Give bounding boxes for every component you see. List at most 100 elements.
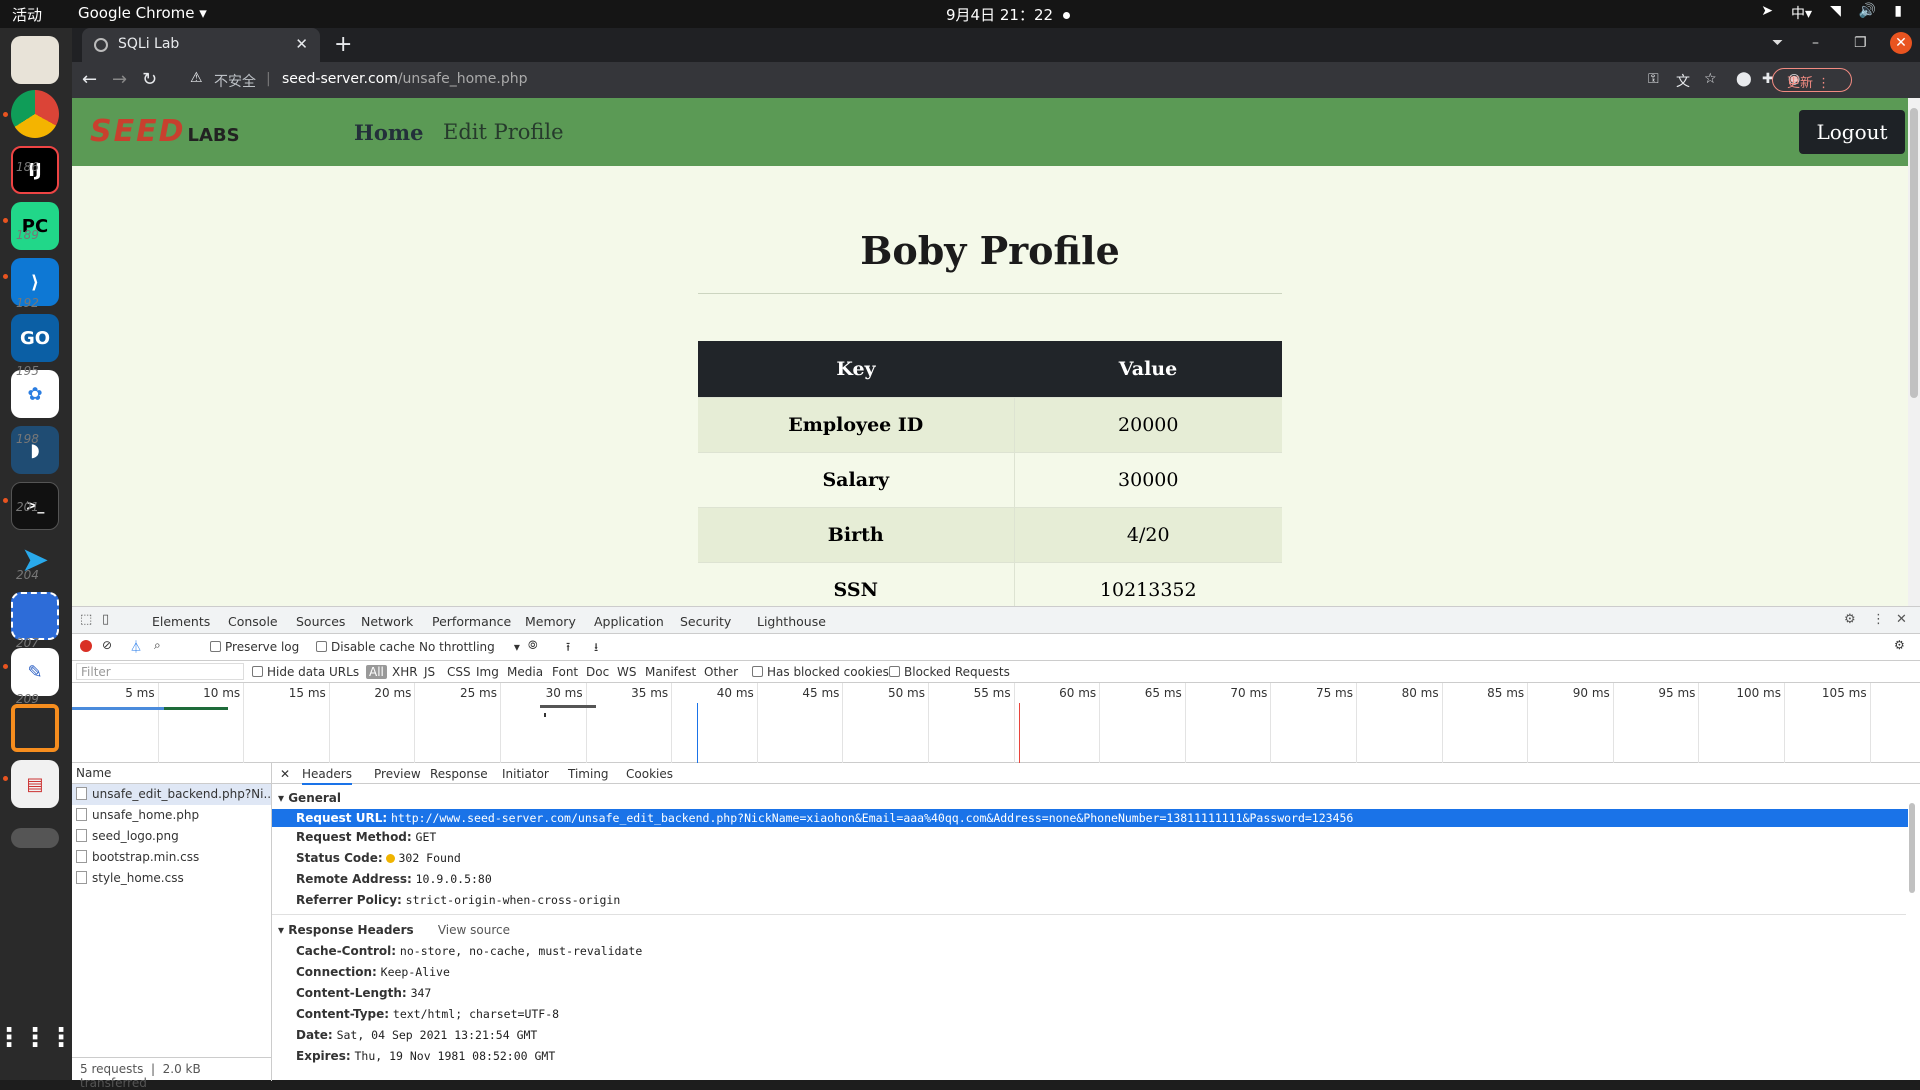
filter-type-media[interactable]: Media [507, 665, 543, 679]
filter-type-doc[interactable]: Doc [586, 665, 609, 679]
tab-security[interactable]: Security [680, 614, 731, 629]
extension-circle-icon[interactable]: ⬤ [1736, 71, 1752, 87]
blocked-requests-checkbox[interactable]: Blocked Requests [889, 665, 1010, 679]
files-icon[interactable] [11, 36, 59, 84]
filter-icon[interactable]: ⏃ [130, 638, 142, 655]
system-tray[interactable]: ➤ 中▾ ◥ 🔊 ▮ [1761, 3, 1902, 23]
screenshot-icon[interactable] [11, 592, 59, 640]
tab-application[interactable]: Application [594, 614, 664, 629]
minimize-button[interactable]: – [1812, 35, 1819, 51]
filter-type-js[interactable]: JS [424, 665, 435, 679]
filter-type-img[interactable]: Img [476, 665, 499, 679]
clock[interactable]: 9月4日 21：22 [946, 4, 1071, 25]
import-har-icon[interactable]: ⭱ [566, 638, 570, 659]
request-row[interactable]: unsafe_edit_backend.php?Ni... [72, 784, 271, 805]
warning-icon[interactable]: ⚠ [190, 70, 203, 86]
close-window-button[interactable]: ✕ [1890, 32, 1912, 54]
text-editor-icon[interactable]: ✎ [11, 648, 59, 696]
app-menu[interactable]: Google Chrome ▾ [78, 4, 207, 22]
request-row[interactable]: style_home.css [72, 868, 271, 889]
new-tab-button[interactable]: + [334, 32, 352, 57]
network-settings-icon[interactable]: ⚙ [1894, 638, 1905, 652]
request-row[interactable]: unsafe_home.php [72, 805, 271, 826]
tab-headers[interactable]: Headers [302, 767, 352, 785]
tab-performance[interactable]: Performance [432, 614, 511, 629]
filter-type-css[interactable]: CSS [447, 665, 471, 679]
back-icon[interactable]: ← [82, 69, 97, 90]
document-viewer-icon[interactable]: ▤ [11, 760, 59, 808]
filter-type-other[interactable]: Other [704, 665, 738, 679]
drive-icon[interactable] [11, 828, 59, 848]
url-text[interactable]: seed-server.com/unsafe_home.php [282, 71, 528, 87]
restore-button[interactable]: ❐ [1854, 35, 1867, 51]
page-scrollbar[interactable] [1908, 98, 1920, 606]
name-column-header[interactable]: Name [72, 763, 271, 784]
tab-search-icon[interactable]: ⏷ [1772, 35, 1783, 51]
search-icon[interactable]: ⌕ [154, 638, 161, 653]
chrome-icon[interactable] [11, 90, 59, 138]
device-toolbar-icon[interactable]: ▯ [102, 612, 109, 627]
close-tab-icon[interactable]: ✕ [295, 35, 308, 53]
detail-scrollbar[interactable] [1906, 793, 1918, 1081]
request-url-line[interactable]: Request URL: http://www.seed-server.com/… [272, 809, 1908, 827]
tab-memory[interactable]: Memory [525, 614, 576, 629]
request-row[interactable]: bootstrap.min.css [72, 847, 271, 868]
filter-input[interactable]: Filter [76, 663, 244, 680]
disable-cache-checkbox[interactable]: Disable cache [316, 640, 415, 654]
general-section-toggle[interactable]: ▾ General [278, 791, 341, 805]
throttling-select[interactable]: No throttling ▾ [419, 640, 520, 654]
bookmark-star-icon[interactable]: ☆ [1704, 71, 1717, 87]
tab-response[interactable]: Response [430, 767, 488, 781]
goland-icon[interactable]: GO [11, 314, 59, 362]
tab-network[interactable]: Network [361, 614, 414, 636]
forward-icon[interactable]: → [112, 69, 127, 90]
more-options-icon[interactable]: ⋮ [1872, 612, 1885, 627]
tab-preview[interactable]: Preview [374, 767, 421, 781]
inspect-element-icon[interactable]: ⬚ [80, 612, 92, 627]
tab-timing[interactable]: Timing [568, 767, 609, 781]
security-label[interactable]: 不安全 [214, 71, 256, 91]
filter-type-manifest[interactable]: Manifest [645, 665, 696, 679]
gear-icon[interactable]: ⚙ [1844, 612, 1856, 627]
view-source-link[interactable]: View source [438, 923, 510, 937]
reload-icon[interactable]: ↻ [142, 69, 157, 90]
tab-cookies[interactable]: Cookies [626, 767, 673, 781]
request-row[interactable]: seed_logo.png [72, 826, 271, 847]
tab-sources[interactable]: Sources [296, 614, 345, 629]
activities-button[interactable]: 活动 [12, 4, 42, 25]
filter-type-font[interactable]: Font [552, 665, 578, 679]
close-detail-icon[interactable]: ✕ [280, 767, 290, 781]
filter-type-ws[interactable]: WS [617, 665, 636, 679]
record-button[interactable] [80, 640, 92, 652]
translate-icon[interactable]: 文 [1676, 71, 1690, 91]
nav-home-link[interactable]: Home [354, 120, 423, 145]
has-blocked-cookies-checkbox[interactable]: Has blocked cookies [752, 665, 889, 679]
pycharm-icon[interactable]: PC [11, 202, 59, 250]
tab-elements[interactable]: Elements [152, 614, 210, 629]
update-button[interactable]: 更新 ⋮ [1772, 68, 1852, 92]
show-apps-icon[interactable]: ⋮⋮⋮ [0, 1014, 74, 1062]
virtualbox-icon[interactable] [11, 704, 59, 752]
filter-type-xhr[interactable]: XHR [392, 665, 418, 679]
tab-lighthouse[interactable]: Lighthouse [757, 614, 826, 629]
tab-initiator[interactable]: Initiator [502, 767, 549, 781]
scrollbar-thumb[interactable] [1909, 803, 1915, 893]
clear-icon[interactable]: ⊘ [102, 638, 112, 652]
export-har-icon[interactable]: ⭳ [594, 638, 598, 659]
address-bar[interactable]: ⚠ 不安全 | seed-server.com/unsafe_home.php [182, 65, 1682, 95]
tab-console[interactable]: Console [228, 614, 278, 629]
telegram-tray-icon[interactable]: ➤ [1761, 3, 1773, 23]
network-conditions-icon[interactable]: ⦾ [528, 638, 538, 653]
filter-type-all[interactable]: All [366, 665, 387, 679]
nav-edit-profile-link[interactable]: Edit Profile [443, 120, 564, 144]
network-timeline-overview[interactable]: 5 ms 10 ms 15 ms 20 ms 25 ms 30 ms 35 ms 40 ms 4… [72, 683, 1920, 763]
close-devtools-icon[interactable]: ✕ [1896, 612, 1907, 627]
hide-data-urls-checkbox[interactable]: Hide data URLs [252, 665, 359, 679]
seed-labs-logo[interactable]: SEED LABS [90, 114, 240, 149]
key-icon[interactable]: ⚿ [1648, 71, 1659, 87]
ime-indicator[interactable]: 中▾ [1791, 3, 1812, 23]
response-headers-toggle[interactable]: ▾ Response Headers View source [278, 923, 510, 937]
logout-button[interactable]: Logout [1799, 110, 1905, 154]
scrollbar-thumb[interactable] [1910, 108, 1918, 398]
browser-tab[interactable]: SQLi Lab ✕ [82, 28, 320, 62]
